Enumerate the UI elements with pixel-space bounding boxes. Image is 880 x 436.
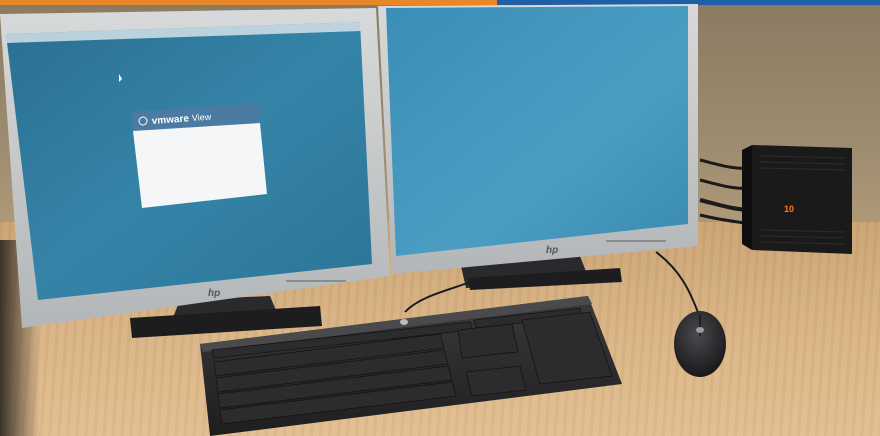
keyboard-cable (404, 281, 471, 313)
right-monitor-hp-logo: hp (546, 245, 558, 256)
left-monitor: vmware View hp (0, 8, 390, 328)
vmware-product-text: View (191, 112, 211, 123)
right-monitor: hp (378, 4, 698, 274)
right-monitor-buttons (606, 240, 666, 242)
mouse-cable (655, 251, 701, 319)
thin-client: 10 (742, 145, 852, 254)
mouse (674, 311, 726, 377)
scene-drawing: 10 vmware View hp hp (0, 4, 852, 436)
vmware-view-dialog: vmware View (131, 103, 267, 208)
left-monitor-buttons (286, 280, 346, 282)
mouse-hp-logo-icon (696, 327, 704, 333)
thin-client-label: 10 (784, 204, 794, 214)
keyboard-hp-logo-icon (400, 319, 408, 325)
left-monitor-hp-logo: hp (208, 288, 220, 299)
right-screen (386, 6, 688, 256)
photo-scene: 10 vmware View hp hp (0, 0, 880, 436)
